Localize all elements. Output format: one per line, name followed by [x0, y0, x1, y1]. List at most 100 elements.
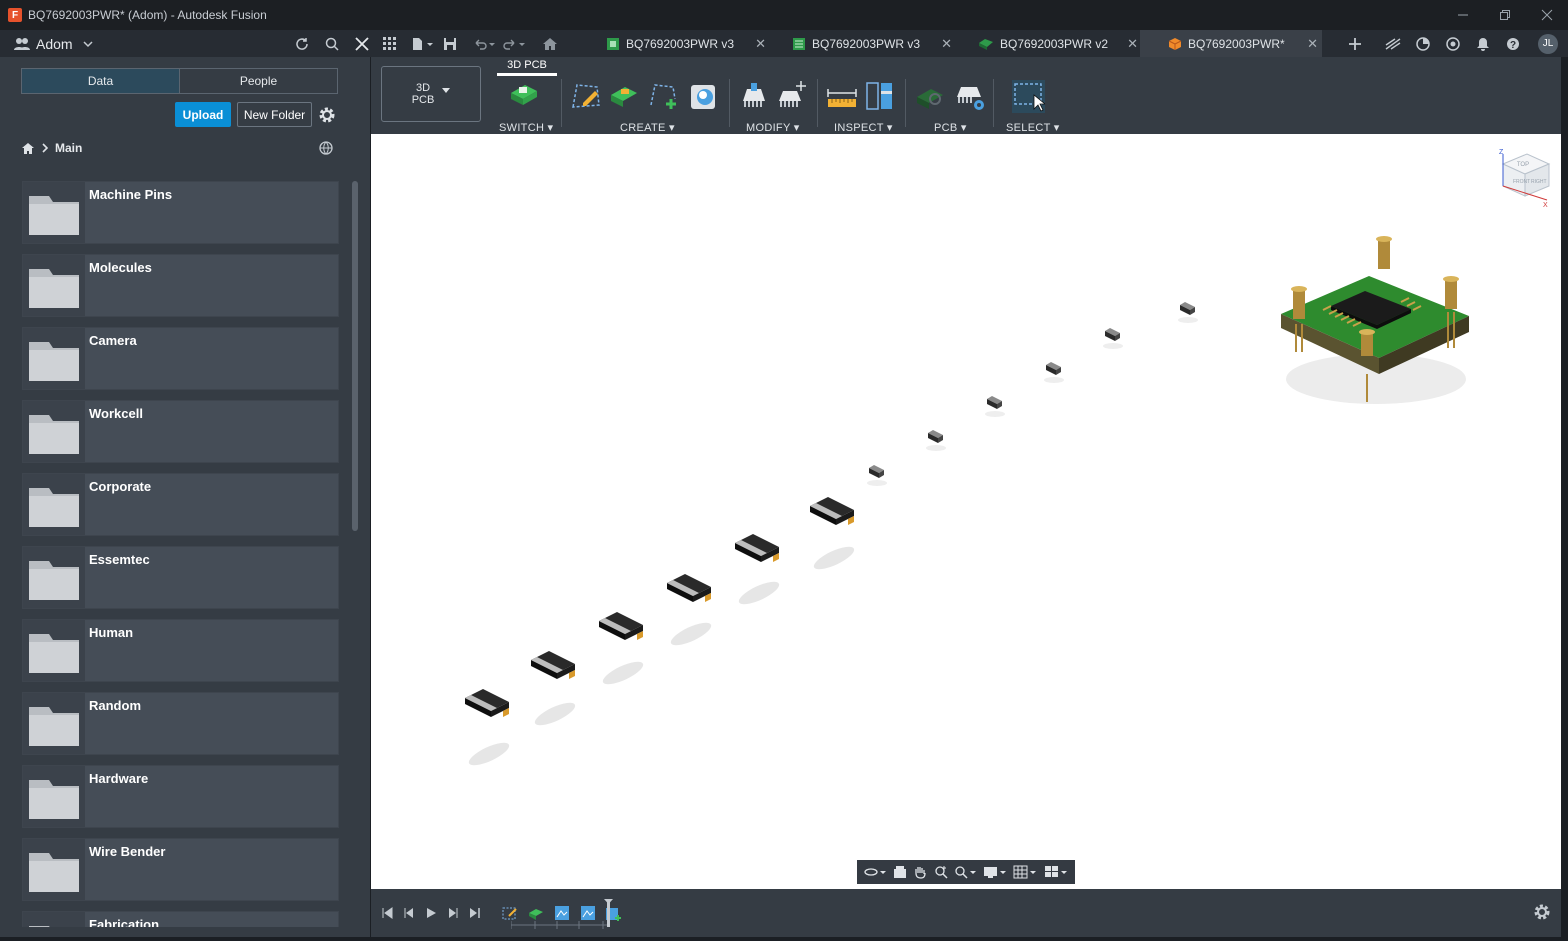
view-cube[interactable]: TOP FRONT RIGHT Z X — [1499, 149, 1551, 209]
notifications-bell-icon[interactable] — [1468, 30, 1498, 57]
close-icon[interactable]: ✕ — [941, 36, 952, 52]
smd-capacitor[interactable] — [1044, 362, 1064, 383]
smd-resistor[interactable] — [667, 574, 714, 650]
modify-align-icon[interactable] — [737, 79, 771, 113]
smd-capacitor[interactable] — [926, 430, 946, 451]
folder-item[interactable]: Human — [22, 619, 339, 682]
create-region-icon[interactable] — [647, 79, 681, 113]
close-icon[interactable]: ✕ — [1127, 36, 1138, 52]
group-modify[interactable]: MODIFY ▾ — [746, 121, 800, 134]
smd-resistor[interactable] — [810, 497, 857, 574]
smd-resistor[interactable] — [735, 534, 782, 609]
grid-icon[interactable] — [1013, 865, 1037, 879]
smd-capacitor[interactable] — [1178, 302, 1198, 323]
folder-item[interactable]: Molecules — [22, 254, 339, 317]
step-forward-icon[interactable] — [442, 903, 464, 923]
workspace-switcher[interactable]: 3D PCB — [381, 66, 481, 122]
folder-item[interactable]: Fabrication — [22, 911, 339, 927]
go-to-start-icon[interactable] — [376, 903, 398, 923]
folder-item[interactable]: Camera — [22, 327, 339, 390]
globe-settings-icon[interactable] — [318, 140, 334, 156]
folder-item[interactable]: Essemtec — [22, 546, 339, 609]
apps-grid-icon[interactable] — [378, 30, 402, 57]
look-at-icon[interactable] — [893, 865, 907, 879]
help-icon[interactable]: ? — [1498, 30, 1528, 57]
canvas-3d-scene[interactable]: TOP FRONT RIGHT Z X — [371, 134, 1561, 889]
folder-item[interactable]: Wire Bender — [22, 838, 339, 901]
create-sketch-icon[interactable] — [569, 79, 603, 113]
smd-capacitor[interactable] — [1103, 328, 1123, 349]
zoom-icon[interactable] — [934, 865, 948, 879]
create-board-icon[interactable] — [607, 79, 641, 113]
panel-scrollbar[interactable] — [352, 181, 358, 531]
close-icon[interactable]: ✕ — [755, 36, 766, 52]
tab-people[interactable]: People — [180, 69, 337, 93]
redo-icon[interactable] — [500, 30, 530, 57]
tab-schematic[interactable]: BQ7692003PWR v3 ✕ — [600, 30, 770, 57]
group-select[interactable]: SELECT ▾ — [1006, 121, 1060, 134]
smd-resistor[interactable] — [465, 689, 512, 770]
group-inspect[interactable]: INSPECT ▾ — [834, 121, 893, 134]
switch-to-pcb-icon[interactable] — [507, 79, 541, 113]
save-icon[interactable] — [438, 30, 462, 57]
search-icon[interactable] — [320, 30, 344, 57]
smd-capacitor[interactable] — [867, 465, 887, 486]
upload-button[interactable]: Upload — [175, 102, 231, 127]
home-icon[interactable] — [21, 142, 35, 155]
go-to-end-icon[interactable] — [464, 903, 486, 923]
3d-viewport[interactable]: TOP FRONT RIGHT Z X — [371, 134, 1561, 889]
select-window-icon[interactable] — [1011, 79, 1045, 113]
viewports-icon[interactable] — [1044, 865, 1068, 879]
restore-button[interactable] — [1484, 0, 1526, 30]
breadcrumb: Main — [21, 141, 82, 155]
pan-hand-icon[interactable] — [913, 865, 927, 879]
modify-move-icon[interactable] — [775, 79, 809, 113]
timeline-track[interactable] — [511, 899, 631, 931]
job-status-icon[interactable] — [1408, 30, 1438, 57]
tab-3d-pcb-active[interactable]: BQ7692003PWR* ✕ — [1140, 30, 1322, 57]
tab-board[interactable]: BQ7692003PWR v2 ✕ — [972, 30, 1142, 57]
close-panel-icon[interactable] — [350, 30, 374, 57]
extensions-icon[interactable] — [1378, 30, 1408, 57]
home-icon[interactable] — [538, 30, 562, 57]
undo-icon[interactable] — [470, 30, 500, 57]
new-tab-icon[interactable] — [1340, 30, 1370, 57]
folder-item[interactable]: Random — [22, 692, 339, 755]
display-settings-icon[interactable] — [983, 865, 1007, 879]
folder-item[interactable]: Hardware — [22, 765, 339, 828]
gear-icon[interactable] — [318, 106, 336, 124]
clock-icon[interactable] — [1438, 30, 1468, 57]
folder-item[interactable]: Workcell — [22, 400, 339, 463]
smd-resistor[interactable] — [599, 612, 646, 689]
tab-data[interactable]: Data — [22, 69, 180, 93]
create-component-icon[interactable] — [687, 79, 721, 113]
file-menu-icon[interactable] — [408, 30, 438, 57]
user-avatar[interactable]: JL — [1538, 33, 1558, 54]
smd-resistor[interactable] — [531, 651, 578, 730]
breadcrumb-current[interactable]: Main — [55, 141, 82, 155]
group-switch[interactable]: SWITCH ▾ — [499, 121, 553, 134]
close-icon[interactable]: ✕ — [1307, 36, 1318, 52]
pcb-board-3d[interactable] — [1281, 236, 1469, 404]
smd-capacitor[interactable] — [985, 396, 1005, 417]
tab-pcb[interactable]: BQ7692003PWR v3 ✕ — [786, 30, 956, 57]
group-pcb[interactable]: PCB ▾ — [934, 121, 967, 134]
measure-icon[interactable] — [825, 79, 859, 113]
play-icon[interactable] — [420, 903, 442, 923]
new-folder-button[interactable]: New Folder — [237, 102, 312, 127]
group-create[interactable]: CREATE ▾ — [620, 121, 675, 134]
tab-3d-pcb[interactable]: 3D PCB — [497, 59, 557, 76]
team-switcher[interactable]: Adom — [14, 36, 284, 52]
pcb-settings-icon[interactable] — [953, 79, 987, 113]
orbit-icon[interactable] — [864, 865, 887, 879]
zoom-window-icon[interactable] — [954, 865, 977, 879]
pcb-link-icon[interactable] — [913, 79, 947, 113]
close-window-button[interactable] — [1526, 0, 1568, 30]
section-analysis-icon[interactable] — [863, 79, 897, 113]
refresh-icon[interactable] — [290, 30, 314, 57]
minimize-button[interactable] — [1442, 0, 1484, 30]
timeline-settings-gear-icon[interactable] — [1533, 903, 1551, 921]
step-back-icon[interactable] — [398, 903, 420, 923]
folder-item[interactable]: Corporate — [22, 473, 339, 536]
folder-item[interactable]: Machine Pins — [22, 181, 339, 244]
